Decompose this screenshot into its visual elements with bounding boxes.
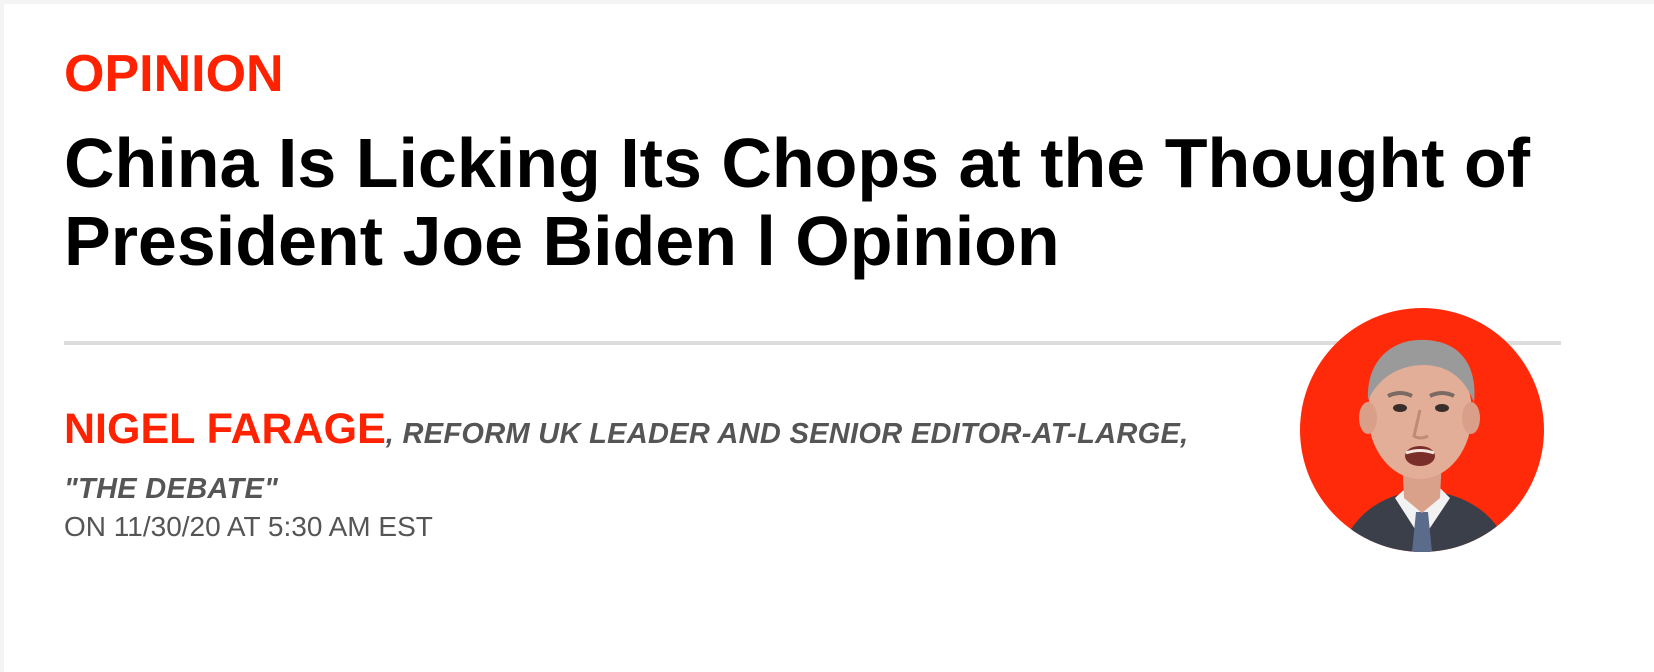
- section-label[interactable]: OPINION: [64, 44, 284, 104]
- article-header: OPINION China Is Licking Its Chops at th…: [4, 4, 1654, 672]
- author-avatar[interactable]: [1300, 308, 1544, 552]
- author-portrait: [1340, 339, 1510, 552]
- author-name[interactable]: NIGEL FARAGE: [64, 405, 386, 453]
- publish-date: ON 11/30/20 AT 5:30 AM EST: [64, 511, 433, 542]
- byline: NIGEL FARAGE, REFORM UK LEADER AND SENIO…: [64, 404, 1264, 519]
- article-headline: China Is Licking Its Chops at the Though…: [64, 124, 1531, 280]
